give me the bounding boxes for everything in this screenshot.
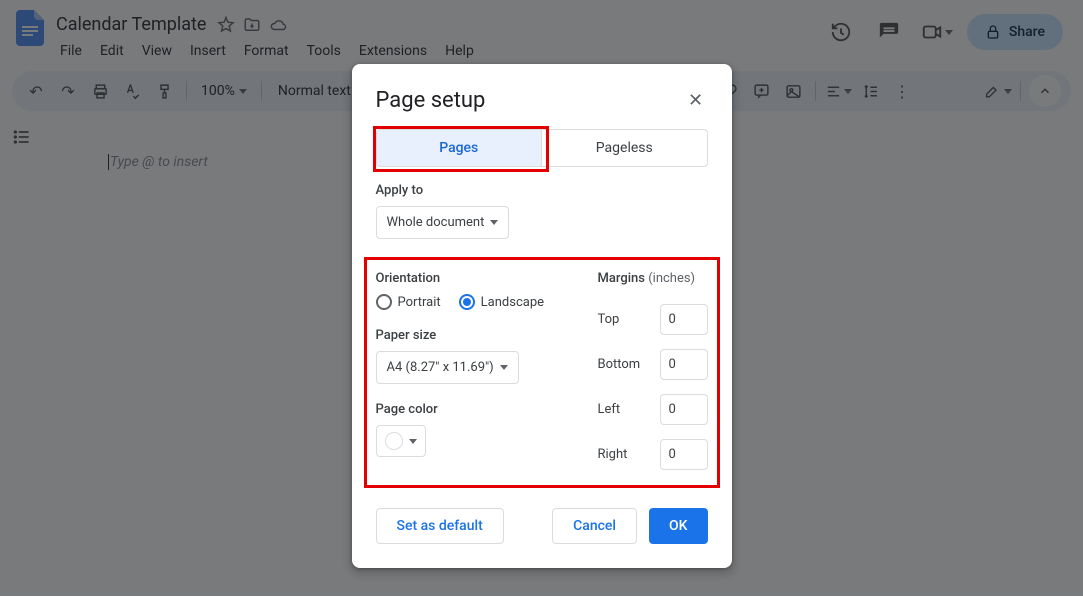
tabs: Pages Pageless: [376, 129, 708, 167]
margin-bottom-label: Bottom: [598, 357, 641, 372]
radio-landscape[interactable]: Landscape: [459, 294, 544, 310]
dialog-title: Page setup: [376, 88, 486, 113]
apply-to-label: Apply to: [376, 183, 708, 198]
tab-pageless[interactable]: Pageless: [541, 130, 707, 166]
margin-left-input[interactable]: [660, 394, 708, 425]
paper-size-label: Paper size: [376, 328, 566, 343]
close-icon[interactable]: ✕: [684, 89, 708, 113]
orientation-label: Orientation: [376, 271, 566, 286]
margin-bottom-input[interactable]: [660, 349, 708, 380]
apply-to-select[interactable]: Whole document: [376, 206, 510, 239]
page-color-label: Page color: [376, 402, 566, 417]
page-setup-dialog: Page setup ✕ Pages Pageless Apply to Who…: [352, 64, 732, 568]
tab-pages[interactable]: Pages: [377, 130, 542, 166]
radio-portrait[interactable]: Portrait: [376, 294, 441, 310]
margins-label: Margins (inches): [598, 271, 708, 286]
margin-top-input[interactable]: [660, 304, 708, 335]
cancel-button[interactable]: Cancel: [552, 508, 637, 544]
margin-right-input[interactable]: [660, 439, 708, 470]
margin-right-label: Right: [598, 447, 628, 462]
paper-size-select[interactable]: A4 (8.27" x 11.69"): [376, 351, 519, 384]
margin-top-label: Top: [598, 312, 620, 327]
color-swatch-icon: [385, 432, 403, 450]
set-default-button[interactable]: Set as default: [376, 508, 504, 544]
modal-overlay: Page setup ✕ Pages Pageless Apply to Who…: [0, 0, 1083, 596]
margin-left-label: Left: [598, 402, 621, 417]
page-color-select[interactable]: [376, 425, 426, 457]
ok-button[interactable]: OK: [649, 508, 708, 544]
